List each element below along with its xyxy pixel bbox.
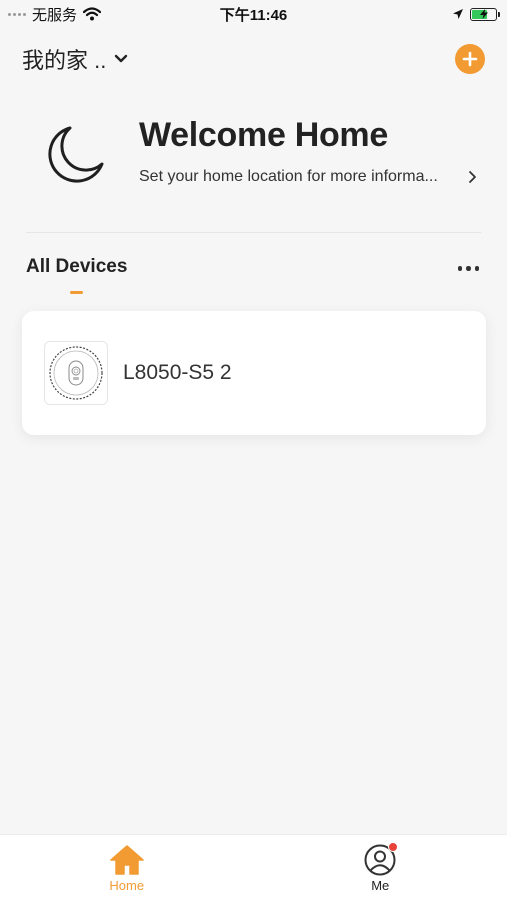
plus-icon bbox=[462, 51, 478, 67]
moon-icon bbox=[48, 126, 104, 183]
status-left: 无服务 bbox=[8, 4, 102, 25]
tab-me[interactable]: Me bbox=[254, 835, 507, 900]
chevron-right-icon[interactable] bbox=[468, 170, 478, 184]
signal-icon bbox=[8, 12, 26, 16]
chevron-down-icon bbox=[115, 54, 128, 63]
home-icon bbox=[110, 845, 144, 875]
tab-home-label: Home bbox=[109, 878, 145, 893]
welcome-subtitle: Set your home location for more informa.… bbox=[139, 168, 438, 185]
status-bar: 无服务 下午11:46 bbox=[0, 0, 507, 28]
tab-active-indicator bbox=[70, 291, 83, 294]
device-thumbnail bbox=[44, 341, 108, 405]
charging-bolt-icon bbox=[479, 9, 488, 19]
more-dots-icon[interactable] bbox=[456, 262, 482, 275]
add-button[interactable] bbox=[455, 44, 485, 74]
status-right bbox=[452, 7, 500, 21]
tab-me-label: Me bbox=[371, 878, 390, 893]
wifi-icon bbox=[83, 7, 102, 21]
welcome-title: Welcome Home bbox=[139, 116, 388, 154]
device-tabs: All Devices bbox=[26, 256, 481, 296]
location-arrow-icon bbox=[453, 9, 463, 19]
welcome-banner[interactable]: Welcome Home Set your home location for … bbox=[0, 108, 507, 208]
device-card[interactable]: L8050-S5 2 bbox=[22, 311, 486, 435]
tab-home[interactable]: Home bbox=[0, 835, 254, 900]
device-name: L8050-S5 2 bbox=[123, 361, 232, 384]
header: 我的家 .. bbox=[22, 42, 485, 76]
smart-lock-icon bbox=[49, 346, 103, 400]
battery-icon bbox=[470, 7, 500, 21]
bottom-tab-bar: Home Me bbox=[0, 834, 507, 900]
tab-all-devices[interactable]: All Devices bbox=[26, 256, 127, 278]
divider bbox=[26, 232, 481, 233]
home-name: 我的家 .. bbox=[22, 48, 107, 73]
home-switcher[interactable]: 我的家 .. bbox=[22, 43, 128, 75]
carrier-label: 无服务 bbox=[32, 6, 78, 24]
